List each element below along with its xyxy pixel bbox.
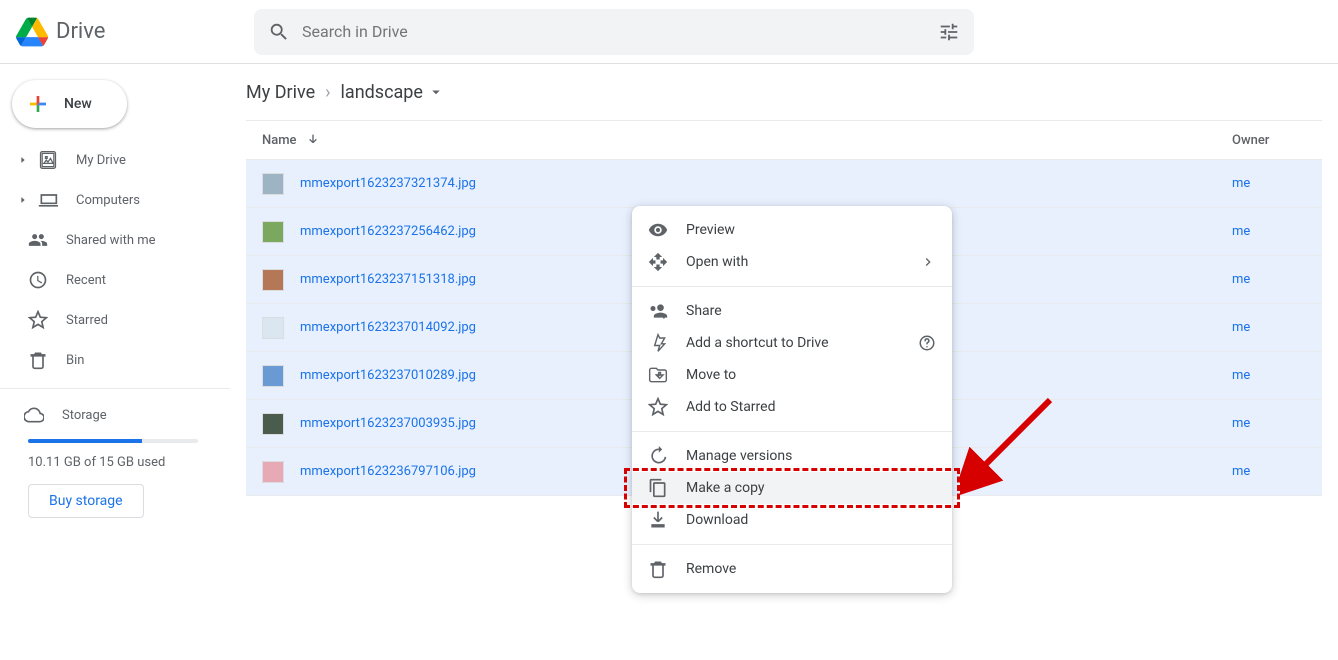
file-thumbnail bbox=[262, 269, 284, 291]
computers-icon bbox=[38, 190, 58, 210]
tune-icon[interactable] bbox=[938, 21, 960, 43]
trash-icon bbox=[648, 559, 668, 579]
file-owner: me bbox=[1232, 224, 1322, 239]
file-thumbnail bbox=[262, 173, 284, 195]
file-thumbnail bbox=[262, 413, 284, 435]
cm-share[interactable]: Share bbox=[632, 295, 952, 327]
dropdown-icon bbox=[427, 83, 445, 101]
sidebar-item-label: Computers bbox=[76, 193, 140, 208]
breadcrumb-root[interactable]: My Drive bbox=[246, 82, 315, 103]
file-owner: me bbox=[1232, 368, 1322, 383]
file-owner: me bbox=[1232, 320, 1322, 335]
sidebar-item-storage[interactable]: Storage bbox=[24, 405, 210, 425]
file-thumbnail bbox=[262, 317, 284, 339]
shared-icon bbox=[28, 230, 48, 250]
chevron-right-icon bbox=[18, 155, 28, 165]
column-header-name[interactable]: Name bbox=[262, 133, 297, 148]
drive-logo-icon bbox=[16, 16, 48, 48]
preview-icon bbox=[648, 220, 668, 240]
sidebar-item-bin[interactable]: Bin bbox=[0, 340, 238, 380]
file-name: mmexport1623237321374.jpg bbox=[300, 176, 1232, 191]
new-button[interactable]: New bbox=[12, 80, 127, 128]
cm-add-shortcut[interactable]: Add a shortcut to Drive bbox=[632, 327, 952, 359]
cm-make-copy[interactable]: Make a copy bbox=[632, 472, 952, 504]
search-icon bbox=[268, 21, 290, 43]
sidebar-item-label: Shared with me bbox=[66, 233, 156, 248]
cm-add-starred[interactable]: Add to Starred bbox=[632, 391, 952, 423]
bin-icon bbox=[28, 350, 48, 370]
sidebar-item-label: Starred bbox=[66, 313, 108, 328]
help-icon[interactable] bbox=[918, 334, 936, 352]
file-thumbnail bbox=[262, 365, 284, 387]
breadcrumb-current[interactable]: landscape bbox=[341, 82, 445, 103]
plus-icon bbox=[26, 92, 50, 116]
storage-used-text: 10.11 GB of 15 GB used bbox=[28, 455, 210, 470]
cm-preview[interactable]: Preview bbox=[632, 214, 952, 246]
file-thumbnail bbox=[262, 221, 284, 243]
history-icon bbox=[648, 446, 668, 466]
open-with-icon bbox=[648, 252, 668, 272]
move-icon bbox=[648, 365, 668, 385]
new-button-label: New bbox=[64, 96, 92, 112]
drive-logo[interactable]: Drive bbox=[16, 16, 254, 48]
copy-icon bbox=[648, 478, 668, 498]
app-title: Drive bbox=[56, 19, 105, 44]
search-bar[interactable] bbox=[254, 9, 974, 55]
storage-label: Storage bbox=[62, 408, 107, 423]
my-drive-icon bbox=[38, 150, 58, 170]
file-owner: me bbox=[1232, 416, 1322, 431]
cloud-icon bbox=[24, 405, 44, 425]
search-input[interactable] bbox=[302, 22, 926, 41]
storage-bar bbox=[28, 439, 198, 443]
cm-move-to[interactable]: Move to bbox=[632, 359, 952, 391]
sidebar-item-recent[interactable]: Recent bbox=[0, 260, 238, 300]
recent-icon bbox=[28, 270, 48, 290]
share-icon bbox=[648, 301, 668, 321]
star-icon bbox=[648, 397, 668, 417]
breadcrumb: My Drive › landscape bbox=[246, 64, 1322, 120]
file-thumbnail bbox=[262, 461, 284, 483]
file-owner: me bbox=[1232, 272, 1322, 287]
table-row[interactable]: mmexport1623237321374.jpgme bbox=[246, 160, 1322, 208]
cm-open-with[interactable]: Open with bbox=[632, 246, 952, 278]
chevron-right-icon bbox=[18, 195, 28, 205]
sidebar-item-label: Recent bbox=[66, 273, 106, 288]
sidebar-item-label: My Drive bbox=[76, 153, 126, 168]
arrow-down-icon[interactable] bbox=[305, 132, 321, 148]
shortcut-icon bbox=[648, 333, 668, 353]
file-owner: me bbox=[1232, 176, 1322, 191]
column-header-owner[interactable]: Owner bbox=[1232, 133, 1322, 148]
cm-manage-versions[interactable]: Manage versions bbox=[632, 440, 952, 472]
download-icon bbox=[648, 510, 668, 530]
file-owner: me bbox=[1232, 464, 1322, 479]
chevron-right-icon bbox=[920, 254, 936, 270]
sidebar-item-my-drive[interactable]: My Drive bbox=[0, 140, 238, 180]
sidebar-item-starred[interactable]: Starred bbox=[0, 300, 238, 340]
context-menu: Preview Open with Share Add a shortcut t… bbox=[632, 206, 952, 593]
star-icon bbox=[28, 310, 48, 330]
sidebar-item-label: Bin bbox=[66, 353, 84, 368]
cm-remove[interactable]: Remove bbox=[632, 553, 952, 585]
sidebar-item-shared[interactable]: Shared with me bbox=[0, 220, 238, 260]
cm-download[interactable]: Download bbox=[632, 504, 952, 536]
chevron-right-icon: › bbox=[325, 82, 330, 103]
buy-storage-button[interactable]: Buy storage bbox=[28, 484, 144, 518]
sidebar-item-computers[interactable]: Computers bbox=[0, 180, 238, 220]
